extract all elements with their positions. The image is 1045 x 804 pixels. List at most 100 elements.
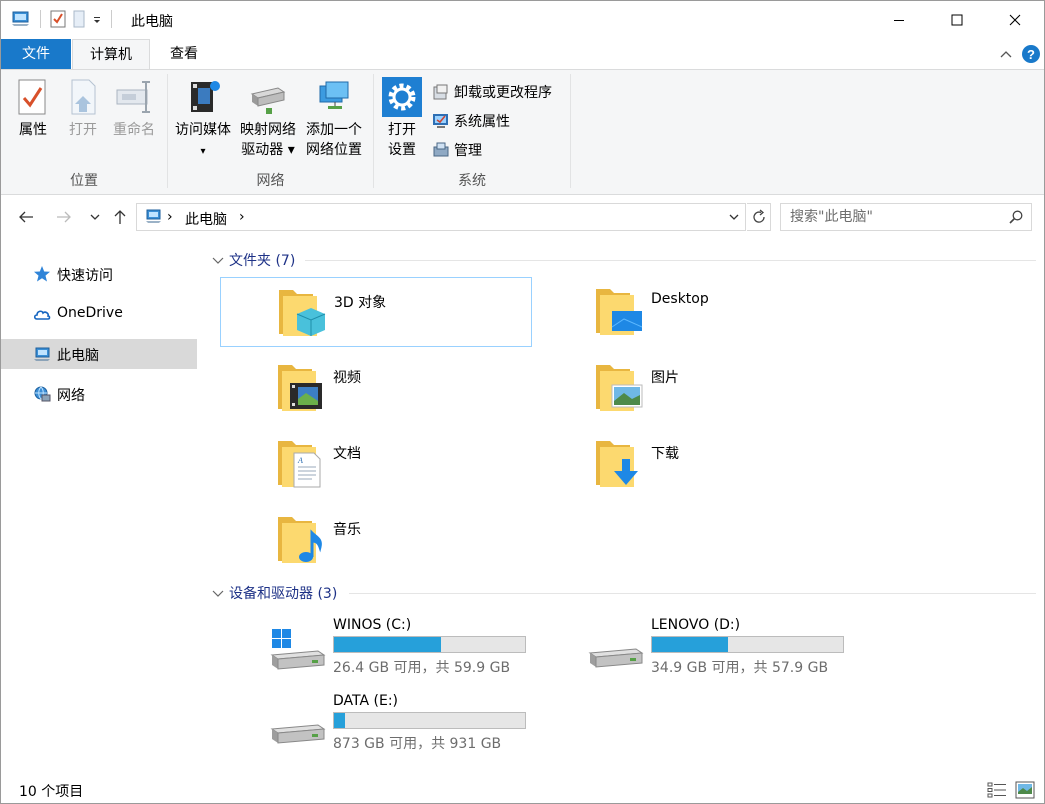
properties-button[interactable]: 属性 [11,76,55,140]
folders-section-title: 文件夹 (7) [229,253,296,269]
refresh-button[interactable] [747,203,771,231]
toolbar-separator [40,10,41,28]
sidebar-item-quick-access[interactable]: 快速访问 [1,259,197,289]
chevron-down-icon [90,214,100,220]
hard-drive-icon [270,724,326,744]
maximize-icon [951,14,963,26]
sidebar-item-this-pc[interactable]: 此电脑 [1,339,197,369]
access-media-icon [191,81,220,112]
recent-locations-button[interactable] [83,205,107,229]
system-properties-button[interactable]: 系统属性 [432,107,510,135]
uninstall-programs-button[interactable]: 卸载或更改程序 [432,78,552,106]
desktop-folder-icon [596,289,643,335]
refresh-icon [752,209,765,223]
documents-folder-icon: A [278,441,321,488]
add-network-location-label2: 网络位置 [306,142,362,158]
folder-name: 文档 [333,446,361,462]
folder-name: 下载 [651,446,679,462]
add-network-location-label: 添加一个 [306,122,362,138]
drive-name: WINOS (C:) [333,617,412,633]
window-title: 此电脑 [131,14,173,30]
open-label: 打开 [69,122,97,138]
back-arrow-icon [19,211,33,223]
sidebar-item-network[interactable]: 网络 [1,379,197,409]
folder-tile-desktop[interactable]: Desktop [538,277,850,347]
windows-drive-icon [270,629,326,670]
folder-tile-pictures[interactable]: 图片 [538,353,850,423]
open-settings-button[interactable]: 打开 设置 [380,76,424,160]
hard-drive-icon [588,648,644,668]
rename-label: 重命名 [113,122,155,138]
address-dropdown-button[interactable] [723,204,745,230]
tab-computer[interactable]: 计算机 [72,39,150,70]
group-separator [570,74,571,188]
chevron-down-icon [212,257,224,264]
breadcrumb-separator[interactable]: › [167,209,173,225]
search-icon[interactable] [1009,210,1023,224]
manage-button[interactable]: 管理 [432,136,482,164]
network-location-icon [319,81,349,109]
access-media-button[interactable]: 访问媒体 ▾ [172,76,234,160]
search-box [780,203,1032,231]
quick-access-toolbar [11,10,115,28]
minimize-button[interactable] [870,1,928,39]
rename-button[interactable]: 重命名 [109,76,159,140]
music-folder-icon [278,517,322,563]
folder-tile-3d-objects[interactable]: 3D 对象 [220,277,532,347]
sidebar-item-onedrive[interactable]: OneDrive [1,299,197,329]
network-drive-icon [250,87,286,114]
help-icon[interactable]: ? [1021,44,1041,64]
maximize-button[interactable] [928,1,986,39]
system-properties-icon [433,114,448,128]
svg-text:A: A [297,456,303,465]
drives-section-header[interactable]: 设备和驱动器 (3) [211,582,337,604]
breadcrumb-separator[interactable]: › [239,209,245,225]
drive-name: DATA (E:) [333,693,399,709]
folder-tile-music[interactable]: 音乐 [220,505,532,575]
close-button[interactable] [986,1,1044,39]
system-properties-label: 系统属性 [454,114,510,130]
back-button[interactable] [14,205,38,229]
properties-label: 属性 [19,122,47,138]
address-box[interactable]: › 此电脑 › [136,203,746,231]
3d-objects-folder-icon [279,290,326,336]
manage-icon [433,142,449,157]
map-network-drive-button[interactable]: 映射网络 驱动器 ▾ [236,76,300,160]
properties-quick-icon[interactable] [50,10,66,28]
breadcrumb-this-pc[interactable]: 此电脑 [185,209,227,229]
tab-file[interactable]: 文件 [1,39,71,69]
folder-name: 图片 [651,370,679,386]
details-view-button[interactable] [987,781,1007,799]
forward-arrow-icon [57,211,71,223]
drive-usage-fill [334,713,346,728]
folder-tile-documents[interactable]: A 文档 [220,429,532,499]
folder-name: 3D 对象 [334,295,387,311]
access-media-dropdown: ▾ [200,146,206,157]
forward-button[interactable] [52,205,76,229]
up-button[interactable] [108,205,132,229]
drive-name: LENOVO (D:) [651,617,741,633]
section-divider [305,260,1036,261]
large-icons-view-icon [1015,781,1035,799]
collapse-ribbon-icon[interactable] [999,48,1013,60]
drive-tile-e[interactable]: DATA (E:) 873 GB 可用，共 931 GB [220,691,532,761]
folder-tile-downloads[interactable]: 下载 [538,429,850,499]
up-arrow-icon [114,210,126,224]
folders-section-header[interactable]: 文件夹 (7) [211,249,295,271]
pictures-folder-icon [596,365,643,411]
drives-section-title: 设备和驱动器 (3) [229,586,338,602]
folder-tile-videos[interactable]: 视频 [220,353,532,423]
tab-view[interactable]: 查看 [151,39,217,69]
drive-tile-c[interactable]: WINOS (C:) 26.4 GB 可用，共 59.9 GB [220,615,532,685]
search-input[interactable] [781,204,1001,230]
map-network-drive-label2: 驱动器 ▾ [241,142,295,158]
add-network-location-button[interactable]: 添加一个 网络位置 [302,76,366,160]
new-folder-quick-icon[interactable] [72,10,86,28]
customize-toolbar-dropdown-icon[interactable] [92,10,102,28]
ribbon-tabs: 文件 计算机 查看 ? [1,39,1044,70]
large-icons-view-button[interactable] [1015,781,1035,799]
item-count: 10 个项目 [19,784,84,800]
drive-tile-d[interactable]: LENOVO (D:) 34.9 GB 可用，共 57.9 GB [538,615,850,685]
open-button[interactable]: 打开 [61,76,105,140]
videos-folder-icon [278,365,322,411]
